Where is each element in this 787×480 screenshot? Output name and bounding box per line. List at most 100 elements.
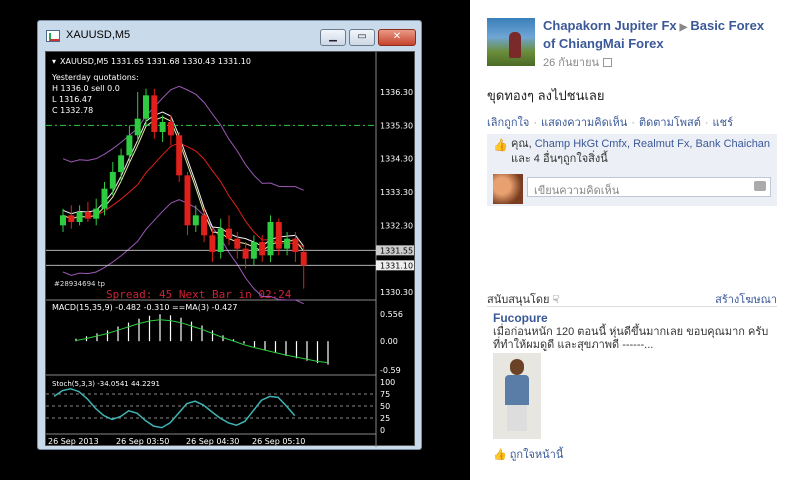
separator: · — [704, 117, 709, 129]
candle-body — [84, 212, 91, 219]
stoch-tick-label: 75 — [380, 390, 390, 399]
candle-body — [226, 228, 232, 239]
time-tick-label: 26 Sep 05:10 — [252, 437, 305, 446]
thumbs-up-icon: 👍 — [493, 138, 508, 152]
separator: · — [533, 117, 537, 129]
chart-area[interactable]: XAUUSD,M5 1331.65 1331.68 1330.43 1331.1… — [45, 51, 415, 447]
quote-info-line: C 1332.78 — [52, 106, 93, 115]
post-header: Chapakorn Jupiter Fx ▶ Basic Forex of Chia… — [543, 18, 778, 52]
comment-composer: เขียนความคิดเห็น — [487, 170, 777, 206]
indicator-lines — [46, 85, 376, 305]
minimize-button[interactable]: ▁ — [320, 29, 346, 46]
candle-body — [184, 175, 191, 226]
price-axis: 1336.30 1335.30 1334.30 1333.30 1332.30 1331.… — [376, 88, 414, 297]
macd-tick-label: -0.59 — [380, 366, 401, 375]
post-text: ขุดทองๆ ลงไปชนเลย — [487, 88, 605, 103]
macd-pane: 0.556 0.00 -0.59 — [75, 310, 403, 375]
likes-summary: 👍 คุณ, Champ HkGt Cmfx, Realmut Fx, Bank… — [487, 134, 777, 170]
candle-body — [109, 172, 116, 189]
candle-body — [234, 238, 241, 249]
price-tick-label: 1332.30 — [380, 221, 413, 230]
stoch-tick-label: 0 — [380, 426, 385, 435]
candle-body — [93, 208, 100, 219]
candle-body — [201, 215, 208, 236]
candle-body — [209, 235, 216, 252]
comment-link[interactable]: แสดงความคิดเห็น — [541, 117, 627, 129]
ad-person-legs — [507, 405, 527, 431]
price-tick-label: 1331.10 — [380, 261, 413, 270]
candle-body — [250, 242, 257, 259]
collapse-arrow-icon: ▾ — [52, 57, 56, 66]
dropdown-icon[interactable]: ☟ — [553, 294, 560, 306]
window-titlebar[interactable]: XAUUSD,M5 ▁ ▭ ✕ — [38, 21, 421, 51]
price-tick-label: 1333.30 — [380, 188, 413, 197]
stoch-tick-label: 100 — [380, 378, 395, 387]
chart-window-icon — [46, 30, 60, 42]
follow-post-link[interactable]: ติดตามโพสต์ — [639, 117, 701, 129]
price-tick-label: 1330.30 — [380, 288, 413, 297]
close-icon: ✕ — [392, 31, 402, 42]
chart-header: XAUUSD,M5 1331.65 1331.68 1330.43 1331.1… — [60, 57, 251, 66]
post-actions: เลิกถูกใจ · แสดงความคิดเห็น · ติดตามโพสต์ · แช… — [487, 113, 733, 131]
minimize-icon: ▁ — [329, 31, 337, 42]
candle-body — [284, 238, 291, 249]
candles — [60, 88, 307, 289]
page-avatar[interactable] — [487, 18, 535, 66]
stoch-label: Stoch(5,3,3) -34.0541 44.2291 — [52, 380, 160, 388]
likes-suffix: และ 4 อื่นๆถูกใจสิ่งนี้ — [511, 153, 608, 165]
price-tick-label: 1335.30 — [380, 121, 413, 130]
mt4-chart-window: XAUUSD,M5 ▁ ▭ ✕ XAUUSD,M5 1331.65 1331.6… — [37, 20, 422, 450]
separator: · — [631, 117, 635, 129]
candle-body — [242, 248, 249, 259]
time-axis: 26 Sep 2013 26 Sep 03:50 26 Sep 04:30 26 Se… — [48, 437, 305, 446]
spread-text: Spread: 45 Next Bar in 02:24 — [106, 288, 292, 301]
camera-icon[interactable] — [754, 181, 766, 191]
candle-body — [118, 155, 125, 172]
upper-band — [62, 85, 304, 191]
macd-label: MACD(15,35,9) -0.482 -0.310 ==MA(3) -0.4… — [52, 303, 237, 312]
candle-body — [267, 222, 274, 256]
price-tick-label: 1334.30 — [380, 155, 413, 164]
candle-body — [76, 212, 83, 222]
sponsored-label: สนับสนุนโดย — [487, 294, 550, 306]
maximize-icon: ▭ — [357, 31, 367, 42]
ad-title[interactable]: Fucopure — [493, 311, 548, 325]
candle-body — [151, 95, 158, 132]
comment-input[interactable]: เขียนความคิดเห็น — [527, 177, 771, 197]
likers-links[interactable]: Champ HkGt Cmfx, Realmut Fx, Bank Chaich… — [535, 138, 770, 150]
privacy-icon — [603, 58, 613, 67]
quote-info-line: H 1336.0 sell 0.0 — [52, 84, 120, 93]
candle-body — [126, 135, 133, 156]
price-tick-label: 1336.30 — [380, 88, 413, 97]
quote-info: Yesterday quotations: H 1336.0 sell 0.0 L … — [51, 73, 139, 115]
candle-body — [300, 252, 307, 266]
close-button[interactable]: ✕ — [378, 29, 416, 46]
user-avatar — [493, 174, 523, 204]
stoch-tick-label: 25 — [380, 414, 390, 423]
time-tick-label: 26 Sep 04:30 — [186, 437, 239, 446]
candle-body — [134, 118, 141, 136]
candle-body — [60, 215, 66, 226]
date-link[interactable]: 26 กันยายน — [543, 57, 599, 69]
time-tick-label: 26 Sep 03:50 — [116, 437, 169, 446]
window-title: XAUUSD,M5 — [66, 29, 131, 41]
quote-info-line: Yesterday quotations: — [51, 73, 139, 82]
maximize-button[interactable]: ▭ — [349, 29, 375, 46]
facebook-panel: Chapakorn Jupiter Fx ▶ Basic Forex of Chia… — [470, 0, 787, 480]
ad-image[interactable] — [493, 353, 541, 439]
author-link[interactable]: Chapakorn Jupiter Fx — [543, 18, 677, 33]
time-tick-label: 26 Sep 2013 — [48, 437, 99, 446]
ad-body[interactable]: เมื่อก่อนหนัก 120 ตอนนี้ หุ่นดีขึ้นมากเล… — [493, 326, 775, 352]
unlike-link[interactable]: เลิกถูกใจ — [487, 117, 529, 129]
likes-prefix: คุณ, — [511, 138, 535, 150]
macd-tick-label: 0.556 — [380, 310, 403, 319]
share-link[interactable]: แชร์ — [713, 117, 733, 129]
candle-body — [192, 215, 199, 226]
candle-body — [217, 228, 224, 252]
price-tick-label: 1331.55 — [380, 246, 413, 255]
candle-body — [101, 188, 108, 209]
thumbs-up-icon: 👍 — [493, 449, 507, 461]
candle-body — [275, 222, 282, 249]
ad-person-body — [505, 375, 529, 405]
ad-like-link[interactable]: 👍 ถูกใจหน้านี้ — [493, 445, 563, 463]
